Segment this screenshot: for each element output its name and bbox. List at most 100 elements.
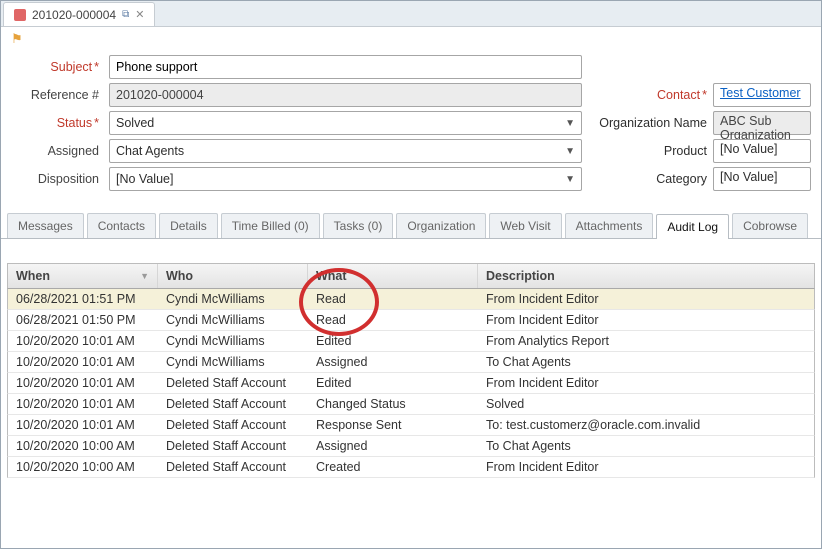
cell: Deleted Staff Account (158, 373, 308, 393)
table-row[interactable]: 06/28/2021 01:51 PMCyndi McWilliamsReadF… (7, 289, 815, 310)
cell: Deleted Staff Account (158, 415, 308, 435)
label-assigned: Assigned (11, 144, 103, 158)
cell: Response Sent (308, 415, 478, 435)
cell: Assigned (308, 436, 478, 456)
tab-audit-log[interactable]: Audit Log (656, 214, 729, 239)
table-row[interactable]: 10/20/2020 10:01 AMDeleted Staff Account… (7, 373, 815, 394)
tab-attachments[interactable]: Attachments (565, 213, 654, 238)
table-row[interactable]: 06/28/2021 01:50 PMCyndi McWilliamsReadF… (7, 310, 815, 331)
cell: 10/20/2020 10:01 AM (8, 352, 158, 372)
label-category: Category (597, 172, 707, 186)
col-when-label: When (16, 269, 50, 283)
cell: From Incident Editor (478, 289, 814, 309)
tab-tasks-0[interactable]: Tasks (0) (323, 213, 394, 238)
tab-strip: MessagesContactsDetailsTime Billed (0)Ta… (1, 209, 821, 239)
cell: Cyndi McWilliams (158, 331, 308, 351)
col-desc-label: Description (486, 269, 555, 283)
tab-web-visit[interactable]: Web Visit (489, 213, 561, 238)
disposition-value: [No Value] (116, 172, 173, 186)
table-row[interactable]: 10/20/2020 10:01 AMDeleted Staff Account… (7, 394, 815, 415)
cell: Assigned (308, 352, 478, 372)
cell: Cyndi McWilliams (158, 289, 308, 309)
cell: To Chat Agents (478, 436, 814, 456)
label-disposition: Disposition (11, 172, 103, 186)
app-window: 201020-000004 ⧉ ✕ ⚑ Subject Reference # … (0, 0, 822, 549)
cell: Edited (308, 373, 478, 393)
label-status: Status (11, 116, 103, 130)
col-when[interactable]: When ▼ (8, 264, 158, 288)
cell: From Incident Editor (478, 457, 814, 477)
disposition-select[interactable]: [No Value] ▼ (109, 167, 582, 191)
cell: 10/20/2020 10:00 AM (8, 457, 158, 477)
window-tab-strip: 201020-000004 ⧉ ✕ (1, 1, 821, 27)
category-input[interactable]: [No Value] (713, 167, 811, 191)
table-row[interactable]: 10/20/2020 10:01 AMCyndi McWilliamsAssig… (7, 352, 815, 373)
tab-messages[interactable]: Messages (7, 213, 84, 238)
assigned-select[interactable]: Chat Agents ▼ (109, 139, 582, 163)
close-icon[interactable]: ✕ (135, 8, 144, 21)
cell: Deleted Staff Account (158, 394, 308, 414)
cell: 10/20/2020 10:00 AM (8, 436, 158, 456)
cell: 06/28/2021 01:50 PM (8, 310, 158, 330)
window-tab-title: 201020-000004 (32, 8, 116, 22)
subject-input[interactable] (109, 55, 582, 79)
status-value: Solved (116, 116, 154, 130)
cell: Deleted Staff Account (158, 457, 308, 477)
audit-grid-wrap: When ▼ Who What Description 06/28/2021 0… (1, 263, 821, 478)
cell: Cyndi McWilliams (158, 310, 308, 330)
cell: Solved (478, 394, 814, 414)
cell: 10/20/2020 10:01 AM (8, 331, 158, 351)
label-subject: Subject (11, 60, 103, 74)
chevron-down-icon: ▼ (559, 118, 575, 129)
grid-header: When ▼ Who What Description (7, 263, 815, 289)
cell: 10/20/2020 10:01 AM (8, 373, 158, 393)
cell: From Incident Editor (478, 310, 814, 330)
col-desc[interactable]: Description (478, 264, 814, 288)
cell: Read (308, 289, 478, 309)
org-input: ABC Sub Organization (713, 111, 811, 135)
label-contact: Contact (597, 88, 707, 102)
cell: Edited (308, 331, 478, 351)
table-row[interactable]: 10/20/2020 10:01 AMCyndi McWilliamsEdite… (7, 331, 815, 352)
tab-contacts[interactable]: Contacts (87, 213, 156, 238)
grid-body: 06/28/2021 01:51 PMCyndi McWilliamsReadF… (7, 289, 815, 478)
table-row[interactable]: 10/20/2020 10:00 AMDeleted Staff Account… (7, 436, 815, 457)
col-what[interactable]: What (308, 264, 478, 288)
col-what-label: What (316, 269, 347, 283)
cell: To Chat Agents (478, 352, 814, 372)
chevron-down-icon: ▼ (559, 174, 575, 185)
cell: From Analytics Report (478, 331, 814, 351)
cell: Created (308, 457, 478, 477)
product-input[interactable]: [No Value] (713, 139, 811, 163)
chevron-down-icon: ▼ (559, 146, 575, 157)
cell: 06/28/2021 01:51 PM (8, 289, 158, 309)
label-product: Product (597, 144, 707, 158)
tab-organization[interactable]: Organization (396, 213, 486, 238)
record-icon (14, 9, 26, 21)
label-org: Organization Name (597, 116, 707, 130)
cell: Read (308, 310, 478, 330)
tab-cobrowse[interactable]: Cobrowse (732, 213, 808, 238)
contact-link[interactable]: Test Customer (713, 83, 811, 107)
tab-details[interactable]: Details (159, 213, 218, 238)
form-area: Subject Reference # Contact Test Custome… (1, 51, 821, 205)
sort-desc-icon: ▼ (140, 271, 149, 281)
cell: Cyndi McWilliams (158, 352, 308, 372)
col-who[interactable]: Who (158, 264, 308, 288)
table-row[interactable]: 10/20/2020 10:00 AMDeleted Staff Account… (7, 457, 815, 478)
reference-input (109, 83, 582, 107)
flag-bar: ⚑ (1, 27, 821, 51)
cell: Changed Status (308, 394, 478, 414)
flag-icon[interactable]: ⚑ (11, 31, 23, 47)
tab-time-billed-0[interactable]: Time Billed (0) (221, 213, 320, 238)
popout-icon[interactable]: ⧉ (122, 9, 129, 20)
status-select[interactable]: Solved ▼ (109, 111, 582, 135)
label-reference: Reference # (11, 88, 103, 102)
cell: 10/20/2020 10:01 AM (8, 394, 158, 414)
cell: Deleted Staff Account (158, 436, 308, 456)
table-row[interactable]: 10/20/2020 10:01 AMDeleted Staff Account… (7, 415, 815, 436)
col-who-label: Who (166, 269, 193, 283)
cell: From Incident Editor (478, 373, 814, 393)
assigned-value: Chat Agents (116, 144, 184, 158)
window-tab[interactable]: 201020-000004 ⧉ ✕ (3, 2, 155, 26)
